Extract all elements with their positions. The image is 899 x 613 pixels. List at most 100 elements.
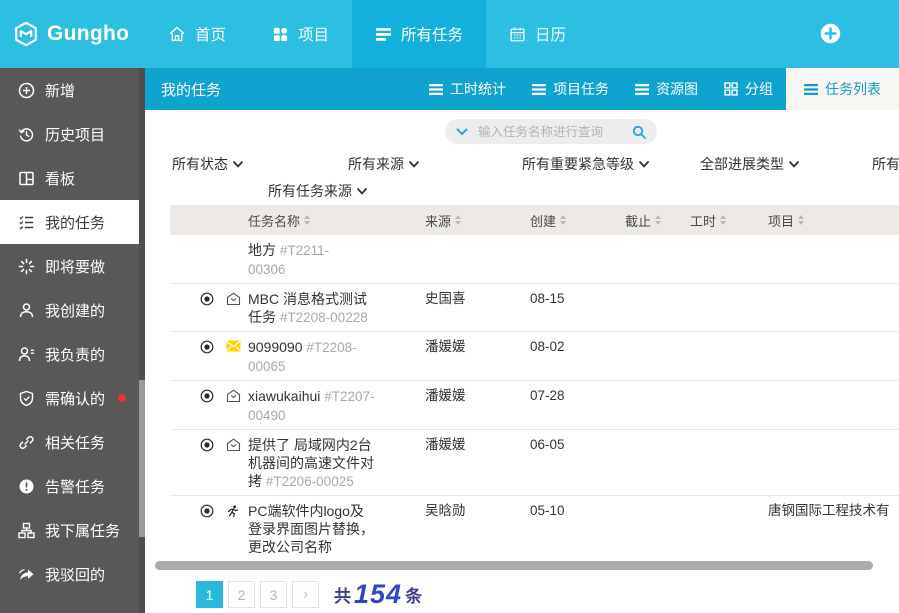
tab-grouping[interactable]: 分组 [711,68,786,110]
search-icon[interactable] [632,125,646,139]
topbar: Gungho 首页 项目 所有任务 日历 [0,0,899,68]
col-header-hours[interactable]: 工时 [678,211,743,230]
sidebar-item-needs-confirmation[interactable]: 需确认的 [0,376,145,420]
task-created: 06-05 [503,434,608,491]
sidebar-item-label: 我创建的 [45,300,105,321]
table-row[interactable]: xiawukaihui #T2207-00490 潘媛媛 07-28 [170,380,899,429]
sidebar-item-owned-by-me[interactable]: 我负责的 [0,332,145,376]
search-input[interactable] [476,124,624,140]
tab-task-list[interactable]: 任务列表 [786,68,899,110]
kanban-icon [18,170,35,187]
app-logo[interactable]: Gungho [0,0,145,68]
sort-icon [455,215,461,225]
col-header-created[interactable]: 创建 [503,211,608,230]
nav-item-label: 日历 [535,23,566,45]
sidebar-item-alert-tasks[interactable]: 告警任务 [0,464,145,508]
bars-icon [429,84,443,95]
table-row[interactable]: 地方 #T2211-00306 [170,235,899,283]
task-name-cell[interactable]: 地方 #T2211-00306 [248,239,348,279]
filter-label: 所有状态 [172,154,228,174]
filter-priority[interactable]: 所有重要紧急等级 [522,154,649,174]
nav-item-all-tasks[interactable]: 所有任务 [352,0,486,68]
task-due [608,288,678,327]
page-button-2[interactable]: 2 [228,581,255,608]
chevron-down-icon [409,161,419,168]
sidebar-item-created-by-me[interactable]: 我创建的 [0,288,145,332]
filter-progress-type[interactable]: 全部进展类型 [700,154,799,174]
sidebar-item-new[interactable]: 新增 [0,68,145,112]
sidebar-item-related-tasks[interactable]: 相关任务 [0,420,145,464]
task-project [743,336,899,376]
page-button-3[interactable]: 3 [260,581,287,608]
page-button-1[interactable]: 1 [196,581,223,608]
task-list-icon [18,214,35,231]
radio-target-icon[interactable] [200,389,214,425]
sidebar-item-label: 我的任务 [45,212,105,233]
sidebar-item-label: 新增 [45,80,75,101]
main-content: 所有状态 所有来源 所有重要紧急等级 全部进展类型 所有 所有任务来源 任务名称… [145,110,899,613]
task-created: 08-02 [503,336,608,376]
total-count-number: 154 [354,579,402,610]
col-header-source[interactable]: 来源 [408,211,503,230]
task-source: 史国喜 [408,288,503,327]
task-created: 08-15 [503,288,608,327]
task-hours [678,288,743,327]
table-row[interactable]: 9099090 #T2208-00065 潘媛媛 08-02 [170,331,899,380]
sidebar-item-label: 需确认的 [45,388,105,409]
filter-clipped[interactable]: 所有 [872,154,899,174]
task-name-cell[interactable]: 提供了 局域网内2台机器间的高速文件对拷 #T2206-00025 [248,434,376,491]
col-header-project[interactable]: 项目 [743,211,899,230]
filter-task-source[interactable]: 所有任务来源 [268,181,367,201]
horizontal-scrollbar[interactable] [155,561,873,570]
plus-circle-icon [18,82,35,99]
tab-hours-stats[interactable]: 工时统计 [416,68,519,110]
task-hours [678,385,743,425]
sidebar-item-upcoming[interactable]: 即将要做 [0,244,145,288]
bars-icon [532,84,546,95]
sidebar-item-kanban[interactable]: 看板 [0,156,145,200]
task-hours [678,434,743,491]
sidebar-item-label: 相关任务 [45,432,105,453]
col-header-due[interactable]: 截止 [608,211,678,230]
tab-resource-map[interactable]: 资源图 [622,68,711,110]
table-row[interactable]: MBC 消息格式测试任务 #T2208-00228 史国喜 08-15 [170,283,899,331]
task-name-cell[interactable]: MBC 消息格式测试任务 #T2208-00228 [248,288,376,327]
radio-target-icon[interactable] [200,504,214,557]
add-button[interactable] [820,23,841,44]
sidebar-item-label: 我驳回的 [45,564,105,585]
sidebar-item-history-projects[interactable]: 历史项目 [0,112,145,156]
chevron-down-icon[interactable] [456,128,468,136]
radio-target-icon[interactable] [200,340,214,376]
table-row[interactable]: PC端软件内logo及登录界面图片替换，更改公司名称 吴晗勋 05-10 唐钢国… [170,495,899,561]
nav-item-home[interactable]: 首页 [145,0,249,68]
task-created: 05-10 [503,500,608,557]
calendar-icon [509,26,526,43]
open-envelope-icon [226,438,241,491]
sidebar-item-subordinate-tasks[interactable]: 我下属任务 [0,508,145,552]
task-name-cell[interactable]: 9099090 #T2208-00065 [248,336,376,376]
list-icon [375,27,392,42]
user-icon [18,302,35,319]
radio-target-icon[interactable] [200,292,214,327]
sort-icon [720,215,726,225]
nav-item-calendar[interactable]: 日历 [486,0,589,68]
col-header-task-name[interactable]: 任务名称 [248,211,408,230]
next-page-button[interactable]: › [292,581,319,608]
task-hours [678,336,743,376]
filter-label: 所有 [872,154,899,174]
task-name-cell[interactable]: PC端软件内logo及登录界面图片替换，更改公司名称 [248,500,376,557]
task-name-cell[interactable]: xiawukaihui #T2207-00490 [248,385,376,425]
filter-label: 所有重要紧急等级 [522,154,634,174]
tab-project-tasks[interactable]: 项目任务 [519,68,622,110]
radio-target-icon[interactable] [200,438,214,491]
table-row[interactable]: 提供了 局域网内2台机器间的高速文件对拷 #T2206-00025 潘媛媛 06… [170,429,899,495]
sidebar-item-rejected-by-me[interactable]: 我驳回的 [0,552,145,596]
filter-status[interactable]: 所有状态 [172,154,243,174]
sidebar-item-my-tasks[interactable]: 我的任务 [0,200,145,244]
history-icon [18,126,35,143]
nav-item-projects[interactable]: 项目 [249,0,352,68]
sidebar-item-label: 我下属任务 [45,520,120,541]
sort-icon [304,215,310,225]
filter-source[interactable]: 所有来源 [348,154,419,174]
task-due [608,385,678,425]
